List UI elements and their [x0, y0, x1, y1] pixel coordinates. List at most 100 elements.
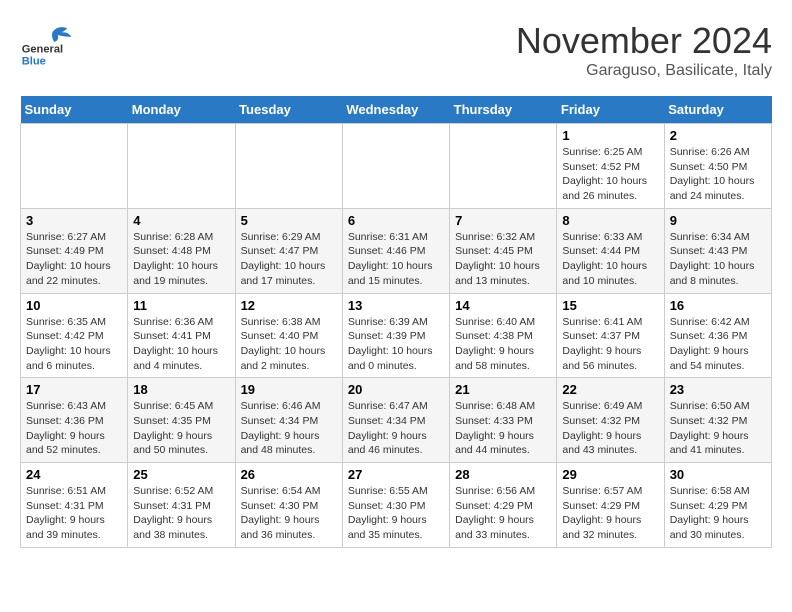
week-row-4: 24Sunrise: 6:51 AMSunset: 4:31 PMDayligh… [21, 463, 772, 548]
calendar-cell-0-4 [450, 124, 557, 209]
header-wednesday: Wednesday [342, 96, 449, 124]
day-info: Sunrise: 6:47 AMSunset: 4:34 PMDaylight:… [348, 399, 444, 458]
day-info: Sunrise: 6:29 AMSunset: 4:47 PMDaylight:… [241, 230, 337, 289]
day-number: 9 [670, 213, 766, 228]
day-number: 12 [241, 298, 337, 313]
day-info: Sunrise: 6:54 AMSunset: 4:30 PMDaylight:… [241, 484, 337, 543]
day-number: 22 [562, 382, 658, 397]
svg-text:Blue: Blue [22, 55, 46, 67]
calendar-cell-2-1: 11 Sunrise: 6:36 AMSunset: 4:41 PMDayligh… [128, 293, 235, 378]
day-info: Sunrise: 6:42 AMSunset: 4:36 PMDaylight:… [670, 315, 766, 374]
day-info: Sunrise: 6:34 AMSunset: 4:43 PMDaylight:… [670, 230, 766, 289]
day-info: Sunrise: 6:28 AMSunset: 4:48 PMDaylight:… [133, 230, 229, 289]
calendar-header-row: Sunday Monday Tuesday Wednesday Thursday… [21, 96, 772, 124]
day-number: 30 [670, 467, 766, 482]
day-number: 24 [26, 467, 122, 482]
calendar-cell-1-1: 4Sunrise: 6:28 AMSunset: 4:48 PMDaylight… [128, 208, 235, 293]
calendar-cell-0-2 [235, 124, 342, 209]
calendar-cell-0-5: 1 Sunrise: 6:25 AMSunset: 4:52 PMDaylight… [557, 124, 664, 209]
calendar-cell-1-2: 5 Sunrise: 6:29 AMSunset: 4:47 PMDaylight… [235, 208, 342, 293]
day-number: 25 [133, 467, 229, 482]
calendar-cell-0-3 [342, 124, 449, 209]
day-number: 29 [562, 467, 658, 482]
week-row-0: 1 Sunrise: 6:25 AMSunset: 4:52 PMDaylight… [21, 124, 772, 209]
week-row-3: 17Sunrise: 6:43 AMSunset: 4:36 PMDayligh… [21, 378, 772, 463]
day-number: 3 [26, 213, 122, 228]
calendar-cell-4-5: 29 Sunrise: 6:57 AMSunset: 4:29 PMDayligh… [557, 463, 664, 548]
day-info: Sunrise: 6:41 AMSunset: 4:37 PMDaylight:… [562, 315, 658, 374]
calendar-cell-1-0: 3 Sunrise: 6:27 AMSunset: 4:49 PMDaylight… [21, 208, 128, 293]
day-info: Sunrise: 6:55 AMSunset: 4:30 PMDaylight:… [348, 484, 444, 543]
day-info: Sunrise: 6:56 AMSunset: 4:29 PMDaylight:… [455, 484, 551, 543]
day-number: 21 [455, 382, 551, 397]
day-number: 7 [455, 213, 551, 228]
day-info: Sunrise: 6:25 AMSunset: 4:52 PMDaylight:… [562, 145, 658, 204]
header-friday: Friday [557, 96, 664, 124]
calendar-cell-1-6: 9 Sunrise: 6:34 AMSunset: 4:43 PMDaylight… [664, 208, 771, 293]
calendar-table: Sunday Monday Tuesday Wednesday Thursday… [20, 96, 772, 548]
calendar-cell-3-4: 21 Sunrise: 6:48 AMSunset: 4:33 PMDayligh… [450, 378, 557, 463]
day-info: Sunrise: 6:35 AMSunset: 4:42 PMDaylight:… [26, 315, 122, 374]
day-number: 13 [348, 298, 444, 313]
day-number: 15 [562, 298, 658, 313]
header-thursday: Thursday [450, 96, 557, 124]
week-row-2: 10 Sunrise: 6:35 AMSunset: 4:42 PMDayligh… [21, 293, 772, 378]
day-number: 11 [133, 298, 229, 313]
calendar-cell-1-5: 8Sunrise: 6:33 AMSunset: 4:44 PMDaylight… [557, 208, 664, 293]
day-number: 1 [562, 128, 658, 143]
calendar-cell-3-0: 17Sunrise: 6:43 AMSunset: 4:36 PMDayligh… [21, 378, 128, 463]
day-number: 20 [348, 382, 444, 397]
header-tuesday: Tuesday [235, 96, 342, 124]
header-monday: Monday [128, 96, 235, 124]
day-info: Sunrise: 6:40 AMSunset: 4:38 PMDaylight:… [455, 315, 551, 374]
day-number: 18 [133, 382, 229, 397]
calendar-cell-1-3: 6Sunrise: 6:31 AMSunset: 4:46 PMDaylight… [342, 208, 449, 293]
calendar-cell-3-6: 23Sunrise: 6:50 AMSunset: 4:32 PMDayligh… [664, 378, 771, 463]
calendar-cell-3-5: 22 Sunrise: 6:49 AMSunset: 4:32 PMDayligh… [557, 378, 664, 463]
calendar-cell-0-0 [21, 124, 128, 209]
day-number: 2 [670, 128, 766, 143]
day-info: Sunrise: 6:31 AMSunset: 4:46 PMDaylight:… [348, 230, 444, 289]
day-info: Sunrise: 6:50 AMSunset: 4:32 PMDaylight:… [670, 399, 766, 458]
day-number: 19 [241, 382, 337, 397]
day-info: Sunrise: 6:48 AMSunset: 4:33 PMDaylight:… [455, 399, 551, 458]
week-row-1: 3 Sunrise: 6:27 AMSunset: 4:49 PMDaylight… [21, 208, 772, 293]
day-info: Sunrise: 6:26 AMSunset: 4:50 PMDaylight:… [670, 145, 766, 204]
day-info: Sunrise: 6:49 AMSunset: 4:32 PMDaylight:… [562, 399, 658, 458]
day-info: Sunrise: 6:39 AMSunset: 4:39 PMDaylight:… [348, 315, 444, 374]
day-info: Sunrise: 6:32 AMSunset: 4:45 PMDaylight:… [455, 230, 551, 289]
month-title: November 2024 [516, 20, 772, 62]
day-number: 14 [455, 298, 551, 313]
day-number: 10 [26, 298, 122, 313]
calendar-cell-2-0: 10 Sunrise: 6:35 AMSunset: 4:42 PMDayligh… [21, 293, 128, 378]
day-number: 5 [241, 213, 337, 228]
calendar-cell-2-5: 15 Sunrise: 6:41 AMSunset: 4:37 PMDayligh… [557, 293, 664, 378]
day-info: Sunrise: 6:58 AMSunset: 4:29 PMDaylight:… [670, 484, 766, 543]
day-info: Sunrise: 6:52 AMSunset: 4:31 PMDaylight:… [133, 484, 229, 543]
day-number: 28 [455, 467, 551, 482]
calendar-cell-4-4: 28 Sunrise: 6:56 AMSunset: 4:29 PMDayligh… [450, 463, 557, 548]
day-info: Sunrise: 6:33 AMSunset: 4:44 PMDaylight:… [562, 230, 658, 289]
calendar-cell-3-2: 19 Sunrise: 6:46 AMSunset: 4:34 PMDayligh… [235, 378, 342, 463]
calendar-cell-1-4: 7 Sunrise: 6:32 AMSunset: 4:45 PMDaylight… [450, 208, 557, 293]
calendar-cell-4-6: 30 Sunrise: 6:58 AMSunset: 4:29 PMDayligh… [664, 463, 771, 548]
calendar-cell-4-0: 24Sunrise: 6:51 AMSunset: 4:31 PMDayligh… [21, 463, 128, 548]
svg-text:General: General [22, 43, 63, 55]
calendar-cell-4-2: 26Sunrise: 6:54 AMSunset: 4:30 PMDayligh… [235, 463, 342, 548]
calendar-cell-2-4: 14 Sunrise: 6:40 AMSunset: 4:38 PMDayligh… [450, 293, 557, 378]
calendar-cell-3-1: 18 Sunrise: 6:45 AMSunset: 4:35 PMDayligh… [128, 378, 235, 463]
title-section: November 2024 Garaguso, Basilicate, Ital… [516, 20, 772, 80]
calendar-cell-0-6: 2 Sunrise: 6:26 AMSunset: 4:50 PMDaylight… [664, 124, 771, 209]
day-info: Sunrise: 6:46 AMSunset: 4:34 PMDaylight:… [241, 399, 337, 458]
day-number: 27 [348, 467, 444, 482]
logo-icon: General Blue [20, 20, 80, 70]
location: Garaguso, Basilicate, Italy [516, 62, 772, 80]
day-info: Sunrise: 6:57 AMSunset: 4:29 PMDaylight:… [562, 484, 658, 543]
day-info: Sunrise: 6:43 AMSunset: 4:36 PMDaylight:… [26, 399, 122, 458]
header-saturday: Saturday [664, 96, 771, 124]
calendar-cell-0-1 [128, 124, 235, 209]
day-info: Sunrise: 6:38 AMSunset: 4:40 PMDaylight:… [241, 315, 337, 374]
day-info: Sunrise: 6:27 AMSunset: 4:49 PMDaylight:… [26, 230, 122, 289]
day-info: Sunrise: 6:36 AMSunset: 4:41 PMDaylight:… [133, 315, 229, 374]
day-info: Sunrise: 6:45 AMSunset: 4:35 PMDaylight:… [133, 399, 229, 458]
